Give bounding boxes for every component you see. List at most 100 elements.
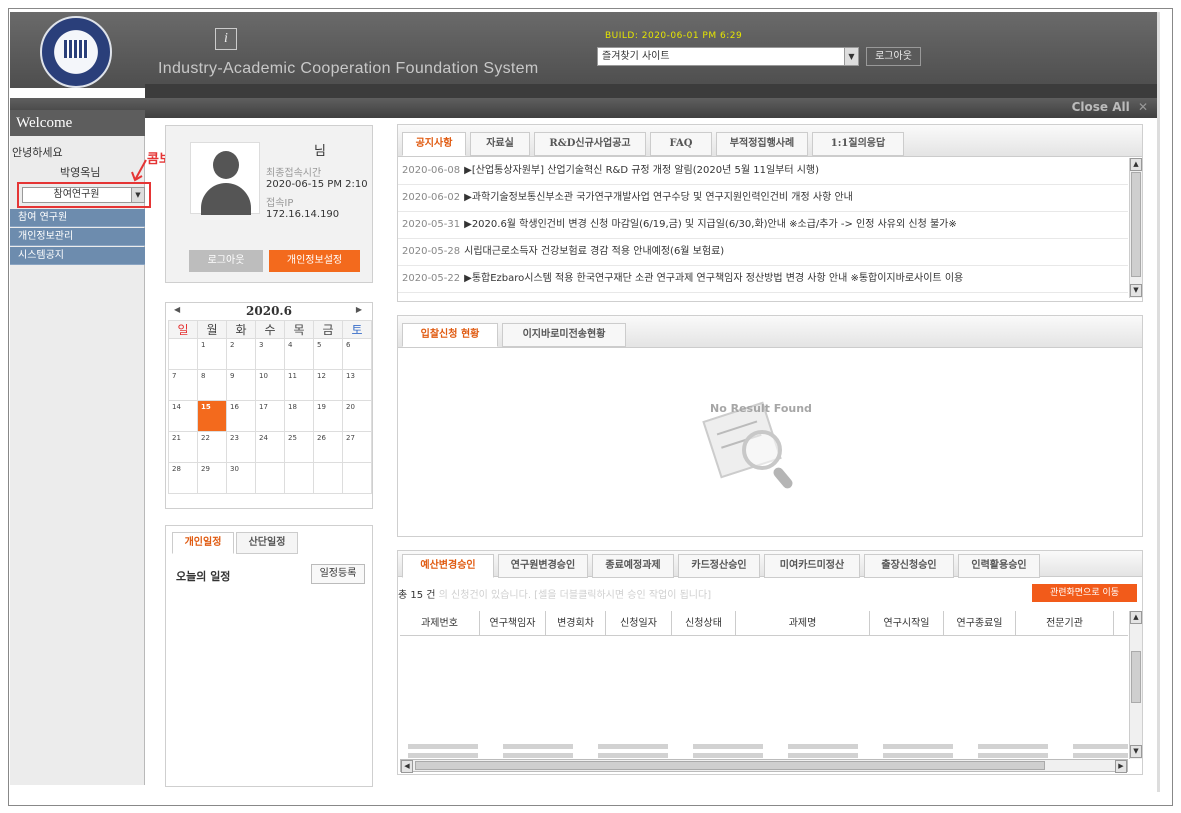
tab-resources[interactable]: 자료실 xyxy=(470,132,530,156)
calendar-day[interactable]: 7 xyxy=(168,369,198,401)
table-row[interactable] xyxy=(408,744,1128,749)
calendar-day[interactable]: 1 xyxy=(197,338,227,370)
horizontal-scrollbar[interactable]: ◀ ▶ xyxy=(400,759,1128,773)
calendar-day[interactable]: 18 xyxy=(284,400,314,432)
tab-improper-cases[interactable]: 부적정집행사례 xyxy=(716,132,808,156)
tab-rnd-announcements[interactable]: R&D신규사업공고 xyxy=(534,132,646,156)
calendar-day[interactable]: 20 xyxy=(342,400,372,432)
column-header[interactable]: 변경회차 xyxy=(546,611,606,636)
sidebar-item-system-notice[interactable]: 시스템공지 xyxy=(10,247,145,265)
notice-row[interactable]: 2020-05-31 ▶2020.6월 학생인건비 변경 신청 마감일(6/19,… xyxy=(398,212,1128,239)
table-row[interactable] xyxy=(408,753,1128,758)
calendar-day xyxy=(313,462,343,494)
scroll-thumb[interactable] xyxy=(415,761,1045,770)
column-header[interactable]: 전문기관 xyxy=(1016,611,1114,636)
goto-related-screen-button[interactable]: 관련화면으로 이동 xyxy=(1032,584,1137,602)
close-icon[interactable]: ✕ xyxy=(1138,100,1148,114)
tab-researcher-change[interactable]: 연구원변경승인 xyxy=(498,554,588,578)
profile-logout-button[interactable]: 로그아웃 xyxy=(189,250,263,272)
calendar-day[interactable]: 13 xyxy=(342,369,372,401)
tab-notice[interactable]: 공지사항 xyxy=(402,132,466,156)
calendar-day[interactable]: 25 xyxy=(284,431,314,463)
tab-card-settlement[interactable]: 카드정산승인 xyxy=(678,554,760,578)
logout-button[interactable]: 로그아웃 xyxy=(866,47,921,66)
column-header[interactable]: 신청일자 xyxy=(606,611,672,636)
calendar-day[interactable]: 16 xyxy=(226,400,256,432)
column-header[interactable]: 과제명 xyxy=(736,611,870,636)
calendar-day[interactable]: 14 xyxy=(168,400,198,432)
approval-panel: 예산변경승인 연구원변경승인 종료예정과제 카드정산승인 미여카드미정산 출장신… xyxy=(397,550,1143,775)
calendar-day[interactable]: 15 xyxy=(197,400,227,432)
calendar-day[interactable]: 9 xyxy=(226,369,256,401)
calendar-day[interactable]: 23 xyxy=(226,431,256,463)
notice-scrollbar[interactable]: ▲ ▼ xyxy=(1129,158,1142,298)
info-icon[interactable]: i xyxy=(215,28,237,50)
notice-title[interactable]: ▶2020.6월 학생인건비 변경 신청 마감일(6/19,금) 및 지급일(6… xyxy=(464,219,957,230)
scroll-down-icon[interactable]: ▼ xyxy=(1130,745,1142,758)
scroll-up-icon[interactable]: ▲ xyxy=(1130,611,1142,624)
sidebar-item-personal-info[interactable]: 개인정보관리 xyxy=(10,228,145,246)
calendar-day[interactable]: 22 xyxy=(197,431,227,463)
notice-row[interactable]: 2020-05-28 시립대근로소득자 건강보험료 경감 적용 안내예정(6월 보… xyxy=(398,239,1128,266)
chevron-left-icon[interactable]: ◀ xyxy=(174,305,180,314)
chevron-down-icon[interactable]: ▼ xyxy=(844,48,858,65)
scroll-thumb[interactable] xyxy=(1131,172,1141,277)
sidebar-item-researcher[interactable]: 참여 연구원 xyxy=(10,209,145,227)
tab-ezbaro-unsent[interactable]: 이지바로미전송현황 xyxy=(502,323,626,347)
chevron-right-icon[interactable]: ▶ xyxy=(356,305,362,314)
column-header[interactable]: 연구책임자 xyxy=(480,611,546,636)
calendar-day[interactable]: 26 xyxy=(313,431,343,463)
calendar-day[interactable]: 12 xyxy=(313,369,343,401)
profile-name-suffix: 님 xyxy=(314,144,326,159)
register-schedule-button[interactable]: 일정등록 xyxy=(311,564,365,584)
scroll-down-icon[interactable]: ▼ xyxy=(1130,284,1142,297)
personal-settings-button[interactable]: 개인정보설정 xyxy=(269,250,360,272)
calendar-day xyxy=(168,338,198,370)
calendar-day[interactable]: 3 xyxy=(255,338,285,370)
calendar-day[interactable]: 30 xyxy=(226,462,256,494)
notice-title[interactable]: ▶통합Ezbaro시스템 적용 한국연구재단 소관 연구과제 연구책임자 정산방… xyxy=(464,273,963,284)
favorites-select[interactable]: 즐겨찾기 사이트 ▼ xyxy=(597,47,859,66)
column-header[interactable]: 연구시작일 xyxy=(870,611,944,636)
notice-title[interactable]: ▶[산업통상자원부] 산업기술혁신 R&D 규정 개정 알림(2020년 5월 … xyxy=(464,165,819,176)
tab-budget-change[interactable]: 예산변경승인 xyxy=(402,554,494,578)
calendar-day[interactable]: 27 xyxy=(342,431,372,463)
scroll-right-icon[interactable]: ▶ xyxy=(1115,760,1127,773)
result-count: 총 15 건 의 신청건이 있습니다. [셀을 더블클릭하시면 승인 작업이 됩… xyxy=(398,586,711,601)
close-all-button[interactable]: Close All ✕ xyxy=(1072,100,1148,114)
column-header[interactable]: 연구종료일 xyxy=(944,611,1016,636)
column-header[interactable]: 과제번호 xyxy=(400,611,480,636)
notice-row[interactable]: 2020-05-22 ▶통합Ezbaro시스템 적용 한국연구재단 소관 연구과제… xyxy=(398,266,1128,293)
tab-qna[interactable]: 1:1질의응답 xyxy=(812,132,904,156)
scroll-thumb[interactable] xyxy=(1131,651,1141,703)
calendar-day[interactable]: 29 xyxy=(197,462,227,494)
calendar-day[interactable]: 11 xyxy=(284,369,314,401)
calendar-day[interactable]: 19 xyxy=(313,400,343,432)
notice-row[interactable]: 2020-06-02 ▶과학기술정보통신부소관 국가연구개발사업 연구수당 및 연… xyxy=(398,185,1128,212)
notice-title[interactable]: 시립대근로소득자 건강보험료 경감 적용 안내예정(6월 보험료) xyxy=(464,246,724,257)
tab-foundation-schedule[interactable]: 산단일정 xyxy=(236,532,298,554)
tab-staffing-approval[interactable]: 인력활용승인 xyxy=(958,554,1040,578)
calendar-day[interactable]: 8 xyxy=(197,369,227,401)
tab-trip-approval[interactable]: 출장신청승인 xyxy=(864,554,954,578)
notice-title[interactable]: ▶과학기술정보통신부소관 국가연구개발사업 연구수당 및 연구지원인력인건비 개… xyxy=(464,192,853,203)
calendar-day[interactable]: 28 xyxy=(168,462,198,494)
calendar-day[interactable]: 10 xyxy=(255,369,285,401)
notice-row[interactable]: 2020-06-08 ▶[산업통상자원부] 산업기술혁신 R&D 규정 개정 알림… xyxy=(398,158,1128,185)
calendar-day[interactable]: 24 xyxy=(255,431,285,463)
scroll-up-icon[interactable]: ▲ xyxy=(1130,158,1142,171)
calendar-day[interactable]: 17 xyxy=(255,400,285,432)
approval-scrollbar[interactable]: ▲ ▼ xyxy=(1129,611,1142,759)
tab-faq[interactable]: FAQ xyxy=(650,132,712,156)
tab-ending-projects[interactable]: 종료예정과제 xyxy=(592,554,674,578)
column-header[interactable]: 신청상태 xyxy=(672,611,736,636)
calendar-day[interactable]: 21 xyxy=(168,431,198,463)
tab-personal-schedule[interactable]: 개인일정 xyxy=(172,532,234,554)
calendar-day[interactable]: 5 xyxy=(313,338,343,370)
tab-unsettled-card[interactable]: 미여카드미정산 xyxy=(764,554,860,578)
scroll-left-icon[interactable]: ◀ xyxy=(401,760,413,773)
calendar-day[interactable]: 4 xyxy=(284,338,314,370)
calendar-day[interactable]: 6 xyxy=(342,338,372,370)
calendar-day[interactable]: 2 xyxy=(226,338,256,370)
tab-bid-status[interactable]: 입찰신청 현황 xyxy=(402,323,498,347)
